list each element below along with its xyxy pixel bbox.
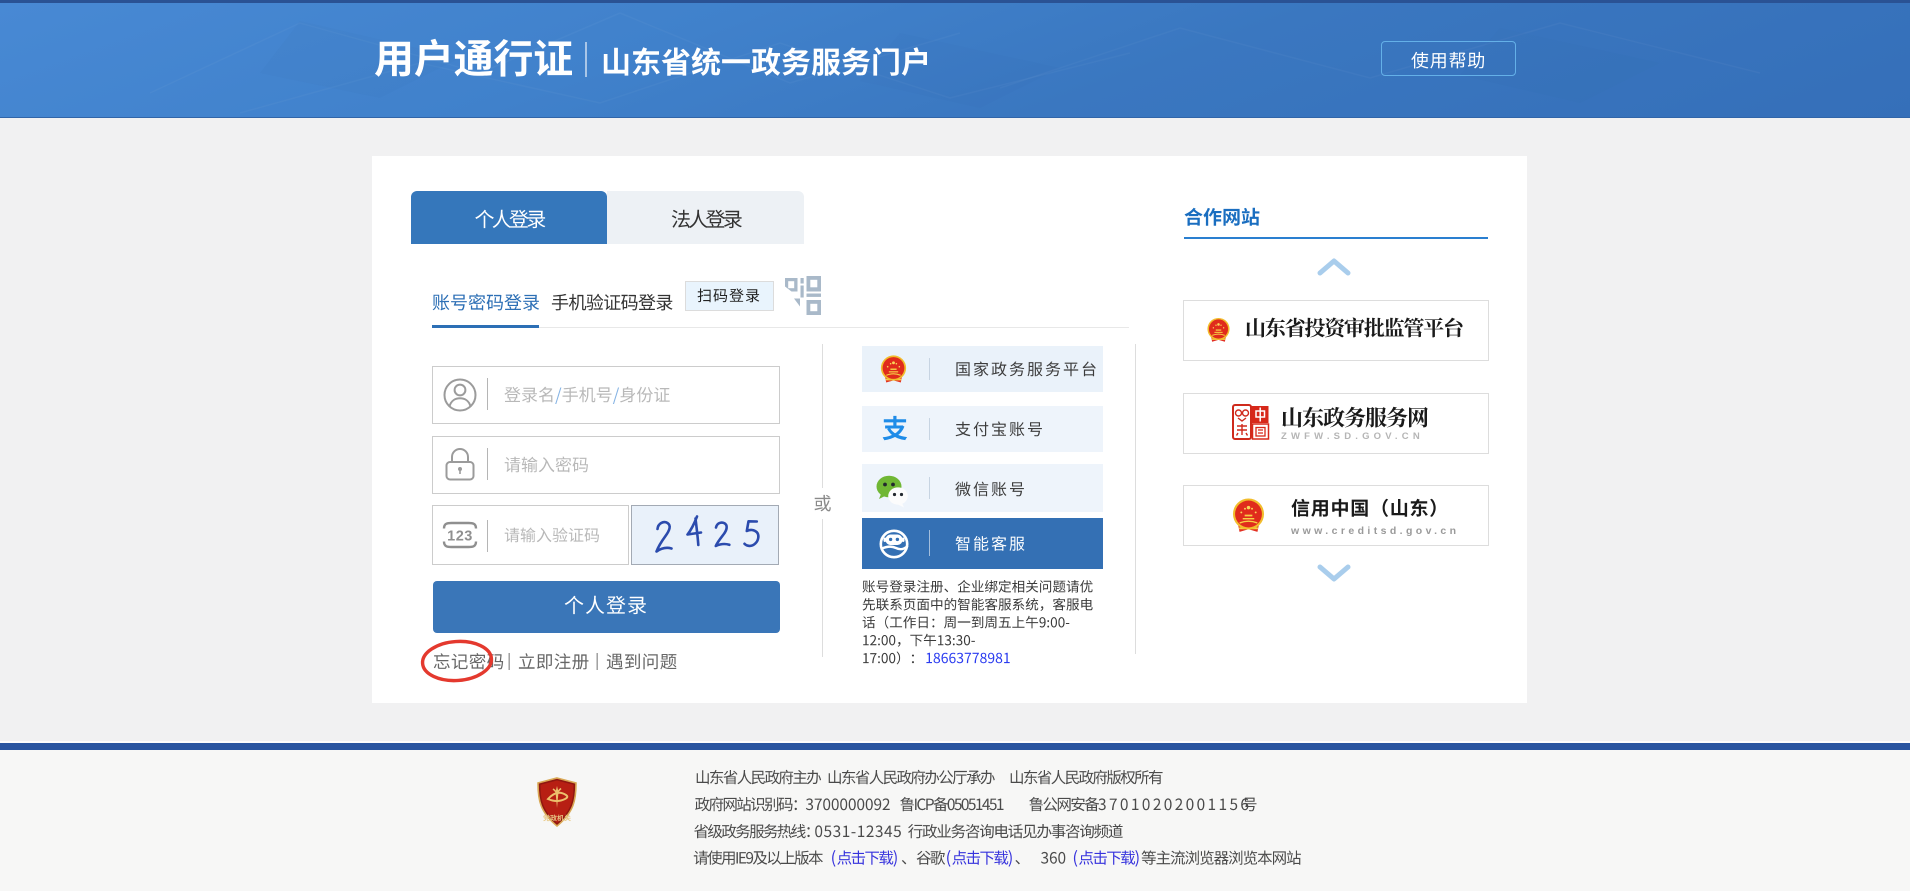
svg-text:www.creditsd.gov.cn: www.creditsd.gov.cn xyxy=(1290,525,1459,537)
svg-text:ZWFW.SD.GOV.CN: ZWFW.SD.GOV.CN xyxy=(1281,431,1424,442)
svg-text:123: 123 xyxy=(447,529,473,545)
